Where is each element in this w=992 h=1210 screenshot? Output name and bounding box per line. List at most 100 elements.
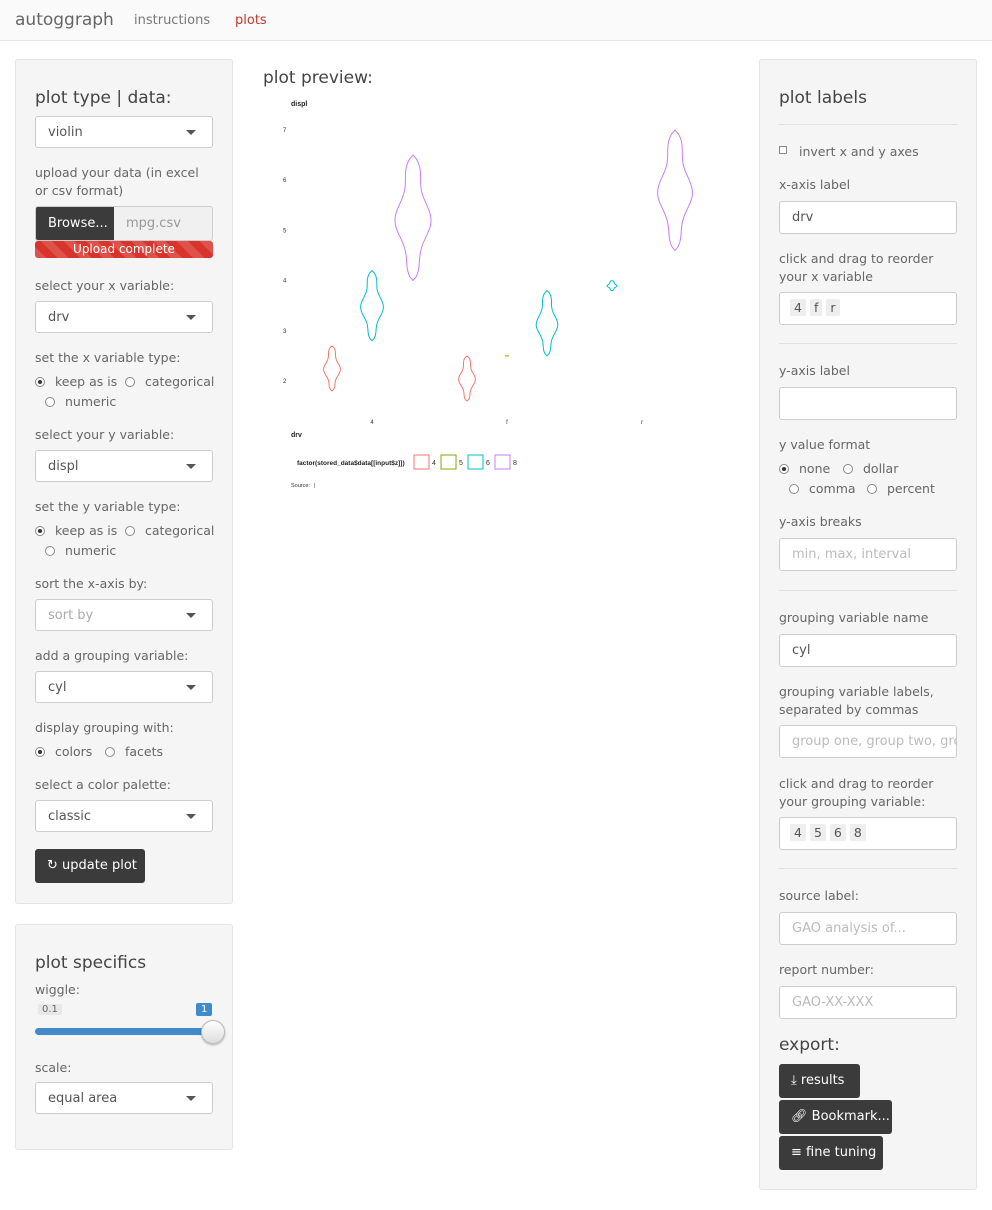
radio-icon (779, 464, 789, 474)
group-level-chip[interactable]: 4 (790, 824, 806, 841)
chevron-down-icon (186, 613, 196, 618)
group-select[interactable]: cyl (35, 671, 213, 703)
y-variable-select[interactable]: displ (35, 450, 213, 482)
slider-min-label: 0.1 (38, 1004, 62, 1015)
radio-icon (843, 464, 853, 474)
radio-label: percent (887, 481, 935, 496)
chart-background (263, 95, 729, 494)
group-level-chip[interactable]: 6 (829, 824, 846, 841)
group-labels-input[interactable]: group one, group two, gro (779, 725, 957, 758)
x-level-chip[interactable]: r (826, 299, 840, 316)
app-brand[interactable]: autoggraph (15, 10, 114, 30)
plot-type-select[interactable]: violin (35, 116, 213, 148)
palette-value: classic (48, 809, 92, 824)
yformat-label: y value format (779, 437, 871, 452)
radio-label: keep as is (55, 374, 118, 389)
y-variable-label: select your y variable: (35, 427, 175, 442)
wiggle-slider-track[interactable] (35, 1028, 213, 1035)
export-title: export: (779, 1035, 840, 1055)
display-grouping-label: display grouping with: (35, 720, 174, 735)
chevron-down-icon (186, 685, 196, 690)
group-level-chip[interactable]: 5 (809, 824, 826, 841)
plot-type-value: violin (48, 125, 83, 140)
ybreaks-input[interactable]: min, max, interval (779, 538, 957, 571)
upload-label: upload your data (in excel or csv format… (35, 165, 199, 198)
radio-label: none (799, 461, 831, 476)
scale-select[interactable]: equal area (35, 1082, 213, 1114)
xaxis-input[interactable]: drv (779, 201, 957, 234)
wiggle-slider-handle[interactable] (201, 1020, 225, 1044)
legend-label: 4 (432, 460, 436, 467)
file-upload: Browse... mpg.csv (35, 206, 213, 241)
x-level-chip[interactable]: f (809, 299, 823, 316)
legend-label: 8 (513, 460, 517, 467)
radio-label: categorical (145, 523, 215, 538)
plot-specifics-panel: plot specifics wiggle: 0.1 1 scale: equa… (15, 924, 233, 1150)
tab-plots[interactable]: plots (235, 13, 267, 28)
chevron-down-icon (186, 1096, 196, 1101)
update-plot-button[interactable]: ↻ update plot (35, 849, 145, 883)
chevron-down-icon (186, 814, 196, 819)
chevron-down-icon (186, 315, 196, 320)
ybreaks-label: y-axis breaks (779, 514, 862, 529)
radio-icon (867, 484, 877, 494)
y-axis-title: displ (291, 101, 307, 108)
sort-select[interactable]: sort by (35, 599, 213, 631)
radio-label: keep as is (55, 523, 118, 538)
source-caption: Source: (291, 483, 310, 489)
divider (779, 590, 957, 591)
link-icon: 🔗︎ (791, 1109, 808, 1124)
panel-title: plot type | data: (35, 88, 172, 108)
upload-progress: Upload complete (35, 241, 213, 258)
refresh-icon: ↻ (47, 858, 58, 873)
radio-icon (45, 397, 55, 407)
radio-label: numeric (65, 394, 117, 409)
legend-label: 6 (486, 460, 490, 467)
legend-label: 5 (459, 460, 463, 467)
xaxis-label: x-axis label (779, 177, 851, 192)
legend-key (413, 454, 430, 470)
x-variable-select[interactable]: drv (35, 301, 213, 333)
radio-label: colors (55, 744, 93, 759)
x-order-input[interactable]: 4fr (779, 292, 957, 325)
palette-select[interactable]: classic (35, 800, 213, 832)
group-level-chip[interactable]: 8 (849, 824, 866, 841)
wiggle-label: wiggle: (35, 982, 80, 997)
radio-icon (105, 747, 115, 757)
x-variable-label: select your x variable: (35, 278, 175, 293)
radio-label: comma (809, 481, 856, 496)
file-name: mpg.csv (126, 216, 181, 231)
radio-icon (35, 747, 45, 757)
x-variable-value: drv (48, 310, 70, 325)
x-type-label: set the x variable type: (35, 350, 181, 365)
reorder-group-label: click and drag to reorder your grouping … (779, 776, 934, 809)
fine-tuning-button[interactable]: ≡ fine tuning (779, 1136, 883, 1170)
group-name-input[interactable]: cyl (779, 634, 957, 667)
palette-label: select a color palette: (35, 777, 171, 792)
tab-instructions[interactable]: instructions (134, 13, 210, 28)
results-button[interactable]: ⤓ results (779, 1064, 860, 1098)
browse-button[interactable]: Browse... (36, 207, 114, 240)
source-label: source label: (779, 888, 859, 903)
x-level-chip[interactable]: 4 (790, 299, 806, 316)
chevron-down-icon (186, 464, 196, 469)
legend-key (494, 454, 511, 470)
source-input[interactable]: GAO analysis of... (779, 912, 957, 945)
fine-tuning-label: fine tuning (806, 1145, 877, 1160)
plot-labels-panel: plot labels invert x and y axes x-axis l… (759, 59, 977, 1190)
invert-checkbox[interactable] (779, 146, 787, 154)
radio-icon (35, 526, 45, 536)
group-order-input[interactable]: 4568 (779, 817, 957, 850)
radio-icon (789, 484, 799, 494)
bookmark-button[interactable]: 🔗︎ Bookmark... (779, 1100, 892, 1134)
yaxis-label: y-axis label (779, 363, 850, 378)
radio-icon (125, 377, 135, 387)
y-variable-value: displ (48, 459, 79, 474)
update-plot-label: update plot (62, 858, 137, 873)
chevron-down-icon (186, 130, 196, 135)
specifics-title: plot specifics (35, 953, 147, 973)
group-labels-label: grouping variable labels, separated by c… (779, 684, 934, 717)
report-input[interactable]: GAO-XX-XXX (779, 986, 957, 1019)
yaxis-input[interactable] (779, 387, 957, 420)
navbar: autoggraph instructions plots (0, 0, 992, 41)
